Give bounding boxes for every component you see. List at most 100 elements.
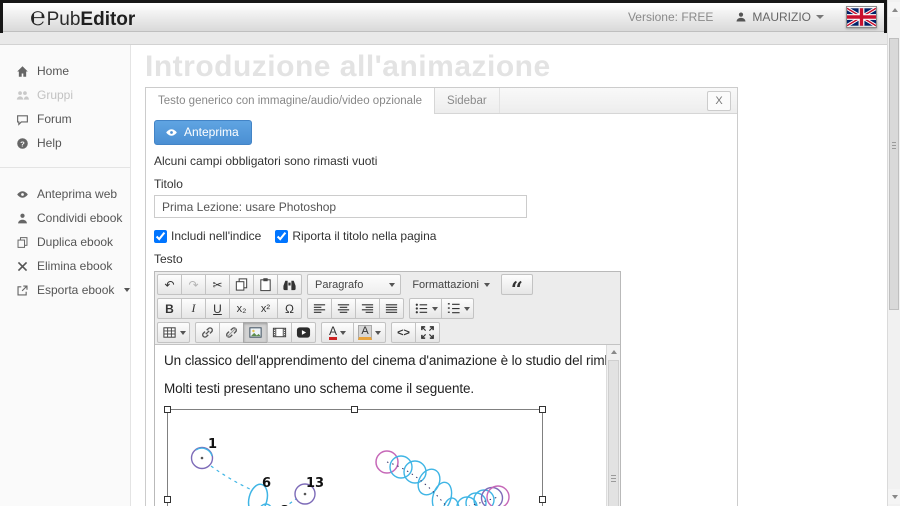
sidebar-item-help[interactable]: ? Help [0,131,130,155]
sidebar-item-home[interactable]: Home [0,59,130,83]
underline-button[interactable]: U [205,298,230,319]
riporta-titolo-checkbox-input[interactable] [275,230,288,243]
insert-image-button[interactable] [243,322,268,343]
sidebar-item-condividi-ebook[interactable]: Condividi ebook [0,206,130,230]
app-logo[interactable]: ℮PubEditor [30,2,135,32]
svg-text:?: ? [20,139,25,148]
unlink-icon [224,325,239,340]
delete-x-icon [16,260,29,273]
page-scroll-down-arrow[interactable] [888,489,900,504]
background-color-icon: A [358,325,371,340]
testo-label: Testo [154,252,729,266]
page-scrollbar[interactable] [887,0,900,506]
chevron-down-icon [124,288,130,292]
sidebar-item-label: Duplica ebook [37,235,113,249]
unlink-button[interactable] [219,322,244,343]
superscript-button[interactable]: x² [253,298,278,319]
close-panel-button[interactable]: X [707,91,731,111]
comment-icon [16,113,29,126]
binoculars-icon [282,277,297,292]
subscript-button[interactable]: x₂ [229,298,254,319]
paragraph-format-select[interactable]: Paragrafo [307,274,401,295]
numbered-list-button[interactable] [441,298,474,319]
align-center-button[interactable] [331,298,356,319]
italic-button[interactable]: I [181,298,206,319]
svg-text:6: 6 [262,476,271,491]
youtube-button[interactable] [291,322,316,343]
source-code-button[interactable]: <> [391,322,416,343]
bold-button[interactable]: B [157,298,182,319]
insert-media-button[interactable] [267,322,292,343]
justify-icon [384,301,399,316]
titolo-label: Titolo [154,177,729,191]
resize-handle-top-left[interactable] [164,406,171,413]
paste-button[interactable] [253,274,278,295]
link-icon [200,325,215,340]
username: MAURIZIO [752,10,811,24]
logo-e-glyph: ℮ [30,2,46,32]
fullscreen-button[interactable] [415,322,440,343]
resize-handle-mid-left[interactable] [164,496,171,503]
formats-menu-button[interactable]: Formattazioni [406,274,496,295]
includi-indice-checkbox-input[interactable] [154,230,167,243]
user-menu[interactable]: MAURIZIO [735,10,824,24]
help-icon: ? [16,137,29,150]
blockquote-button[interactable]: “ [501,274,533,295]
numbered-list-icon [446,301,461,316]
sidebar-item-anteprima-web[interactable]: Anteprima web [0,182,130,206]
eye-icon [165,126,178,139]
anteprima-button[interactable]: Anteprima [154,120,252,145]
resize-handle-top-center[interactable] [351,406,358,413]
sidebar-item-forum[interactable]: Forum [0,107,130,131]
link-button[interactable] [195,322,220,343]
resize-handle-top-right[interactable] [539,406,546,413]
table-button[interactable] [157,322,190,343]
bullet-list-icon [414,301,429,316]
sidebar-item-label: Help [37,136,62,150]
bullet-list-button[interactable] [409,298,442,319]
find-button[interactable] [277,274,302,295]
resize-handle-mid-right[interactable] [539,496,546,503]
cut-button[interactable]: ✂ [205,274,230,295]
selected-image[interactable]: 1 6 13 8 7 [167,409,543,506]
page-scroll-thumb[interactable] [889,38,899,310]
window-top-edge [0,0,887,3]
sidebar-item-esporta-ebook[interactable]: Esporta ebook [0,278,130,302]
align-right-button[interactable] [355,298,380,319]
editor-paragraph-2[interactable]: Molti testi presentano uno schema come i… [164,381,596,396]
text-color-button[interactable]: A [321,322,354,343]
rich-text-editor: ↶ ↷ ✂ Paragrafo [154,271,621,506]
align-left-button[interactable] [307,298,332,319]
undo-button[interactable]: ↶ [157,274,182,295]
paragraph-format-value: Paragrafo [315,279,363,291]
redo-button[interactable]: ↷ [181,274,206,295]
justify-button[interactable] [379,298,404,319]
riporta-titolo-label: Riporta il titolo nella pagina [292,229,436,243]
includi-indice-checkbox[interactable]: Includi nell'indice [154,229,261,243]
sidebar-item-duplica-ebook[interactable]: Duplica ebook [0,230,130,254]
logo-editor: Editor [80,9,135,31]
titolo-input[interactable] [154,195,527,218]
language-flag-uk[interactable] [846,6,877,28]
tab-testo-generico[interactable]: Testo generico con immagine/audio/video … [146,88,435,114]
editor-scroll-up-arrow[interactable] [607,345,620,359]
editor-scroll-thumb[interactable] [608,360,619,506]
sidebar-item-label: Anteprima web [37,187,117,201]
editor-paragraph-1[interactable]: Un classico dell'apprendimento del cinem… [164,353,596,368]
tab-sidebar[interactable]: Sidebar [435,88,500,113]
page-scroll-up-arrow[interactable] [888,2,900,17]
share-user-icon [16,212,29,225]
svg-text:13: 13 [306,476,324,491]
sidebar-item-label: Home [37,64,69,78]
special-char-button[interactable]: Ω [277,298,302,319]
home-icon [16,65,29,78]
image-icon [248,325,263,340]
riporta-titolo-checkbox[interactable]: Riporta il titolo nella pagina [275,229,436,243]
copy-button[interactable] [229,274,254,295]
sidebar-item-gruppi: Gruppi [0,83,130,107]
sidebar-item-elimina-ebook[interactable]: Elimina ebook [0,254,130,278]
background-color-button[interactable]: A [353,322,386,343]
bouncing-ball-sketch: 1 6 13 8 7 [168,410,542,506]
editor-content[interactable]: Un classico dell'apprendimento del cinem… [155,344,620,506]
editor-scrollbar[interactable] [606,345,620,506]
